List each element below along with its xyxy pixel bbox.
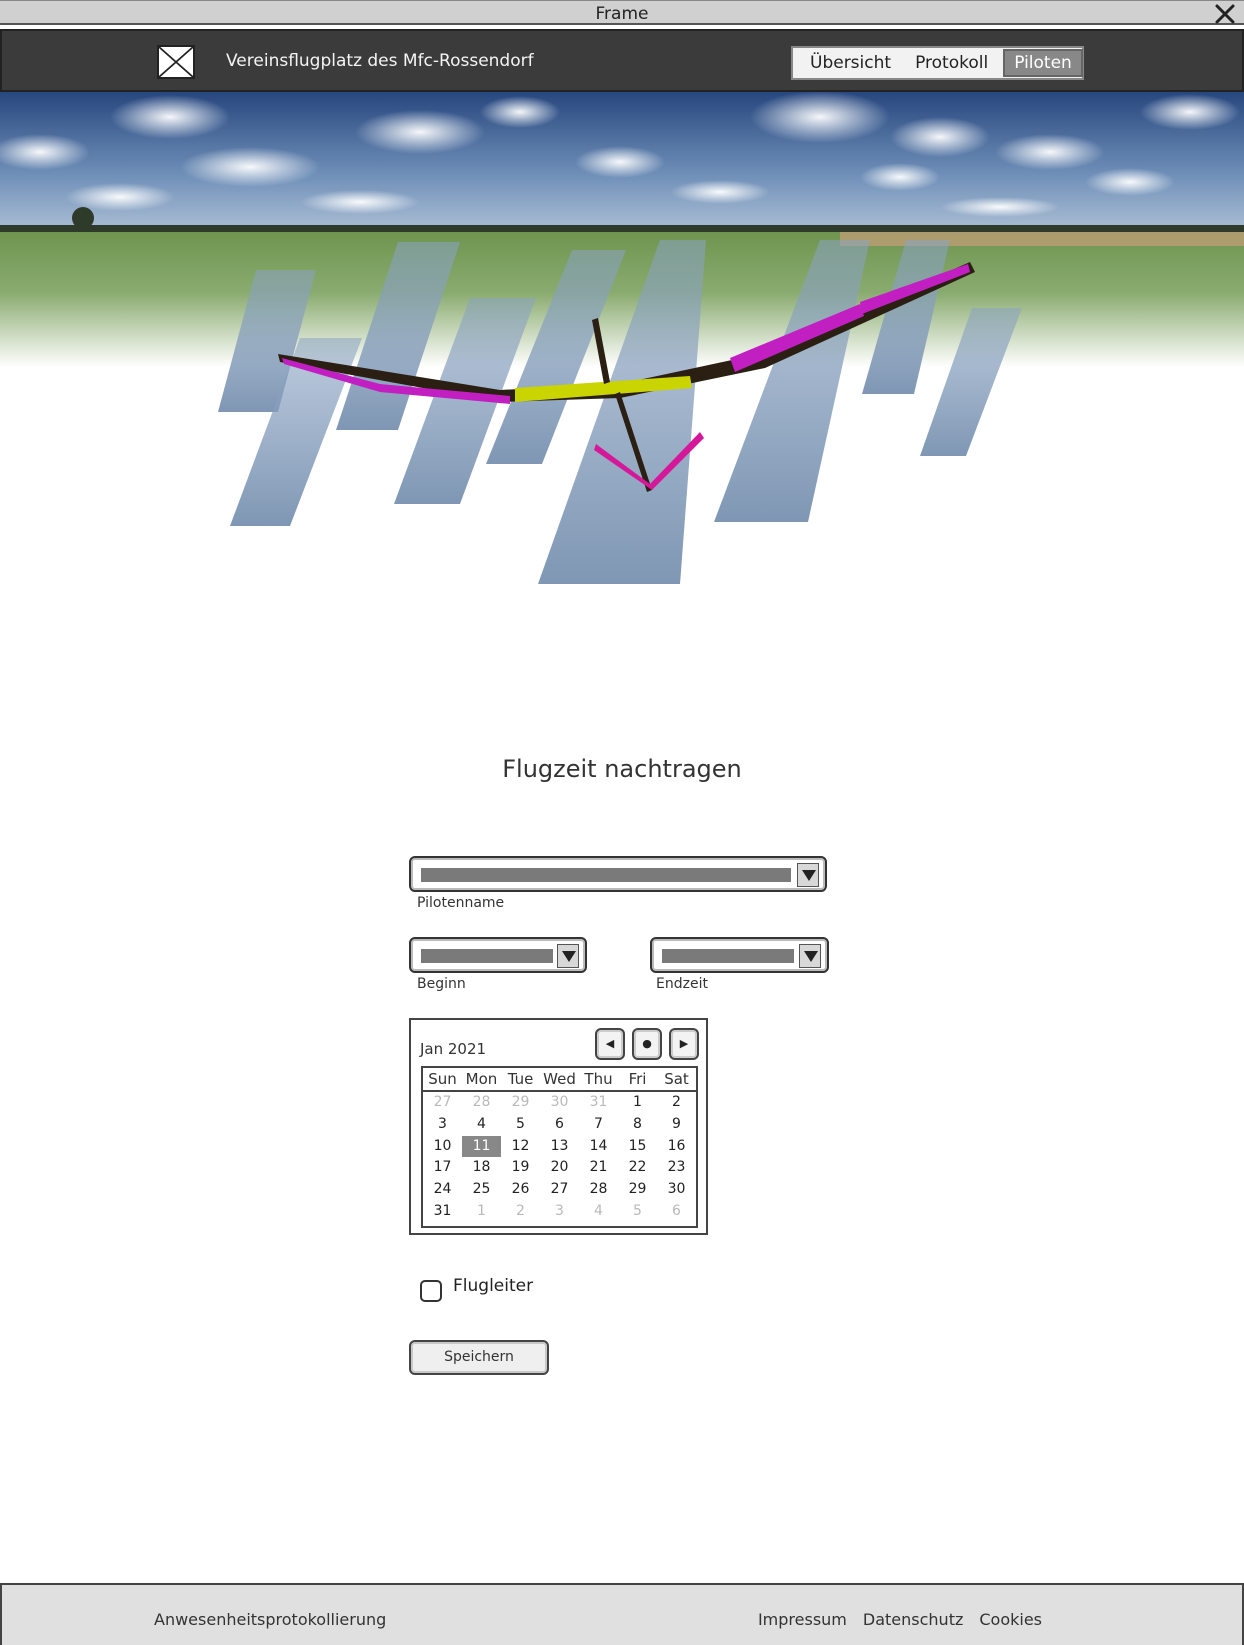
weekday-label: Wed — [543, 1070, 576, 1088]
calendar-week-row: 10 11 12 13 14 15 16 — [423, 1135, 696, 1158]
hero-image — [0, 92, 1244, 622]
weekday-label: Mon — [465, 1070, 498, 1088]
calendar-day[interactable]: 4 — [462, 1114, 501, 1136]
calendar-day[interactable]: 10 — [423, 1136, 462, 1158]
calendar-day[interactable]: 16 — [657, 1136, 696, 1158]
close-icon[interactable] — [1214, 3, 1236, 25]
window-titlebar: Frame — [0, 0, 1244, 25]
calendar-day[interactable]: 3 — [540, 1201, 579, 1223]
footer-link-cookies[interactable]: Cookies — [979, 1610, 1042, 1629]
calendar-day[interactable]: 6 — [540, 1114, 579, 1136]
calendar-day[interactable]: 27 — [423, 1092, 462, 1114]
calendar-day[interactable]: 5 — [618, 1201, 657, 1223]
calendar-day[interactable]: 20 — [540, 1157, 579, 1179]
date-picker-calendar: Jan 2021 ◀ ● ▶ Sun Mon Tue Wed Thu Fri S… — [409, 1018, 708, 1235]
end-time-select[interactable] — [650, 937, 829, 973]
calendar-day[interactable]: 31 — [423, 1201, 462, 1223]
calendar-day[interactable]: 29 — [618, 1179, 657, 1201]
calendar-day[interactable]: 19 — [501, 1157, 540, 1179]
calendar-day[interactable]: 23 — [657, 1157, 696, 1179]
calendar-day[interactable]: 31 — [579, 1092, 618, 1114]
tab-protokoll[interactable]: Protokoll — [906, 51, 997, 75]
weekday-label: Sat — [664, 1070, 689, 1088]
calendar-day[interactable]: 17 — [423, 1157, 462, 1179]
top-navbar: Vereinsflugplatz des Mfc-Rossendorf Über… — [0, 29, 1244, 92]
window-title: Frame — [595, 4, 649, 24]
chevron-down-icon[interactable] — [557, 944, 579, 968]
footer-link-datenschutz[interactable]: Datenschutz — [863, 1610, 963, 1629]
calendar-day[interactable]: 30 — [540, 1092, 579, 1114]
save-button[interactable]: Speichern — [409, 1340, 549, 1375]
calendar-day[interactable]: 4 — [579, 1201, 618, 1223]
nav-tabs: Übersicht Protokoll Piloten — [791, 46, 1084, 80]
calendar-day[interactable]: 14 — [579, 1136, 618, 1158]
calendar-day[interactable]: 13 — [540, 1136, 579, 1158]
calendar-day[interactable]: 21 — [579, 1157, 618, 1179]
calendar-day[interactable]: 22 — [618, 1157, 657, 1179]
begin-label: Beginn — [417, 976, 466, 992]
chevron-down-icon[interactable] — [799, 944, 821, 968]
tab-piloten[interactable]: Piloten — [1003, 49, 1083, 77]
footer-links: Impressum Datenschutz Cookies — [758, 1610, 1042, 1629]
calendar-week-row: 24 25 26 27 28 29 30 — [423, 1179, 696, 1201]
end-label: Endzeit — [656, 976, 708, 992]
site-name[interactable]: Vereinsflugplatz des Mfc-Rossendorf — [226, 51, 534, 71]
flugleiter-label[interactable]: Flugleiter — [453, 1276, 533, 1296]
pilot-label: Pilotenname — [417, 895, 505, 911]
calendar-day[interactable]: 8 — [618, 1114, 657, 1136]
calendar-day[interactable]: 28 — [579, 1179, 618, 1201]
calendar-day[interactable]: 15 — [618, 1136, 657, 1158]
page-footer: Anwesenheitsprotokollierung Impressum Da… — [0, 1583, 1244, 1645]
chevron-down-icon[interactable] — [797, 863, 819, 887]
footer-link-impressum[interactable]: Impressum — [758, 1610, 847, 1629]
calendar-day[interactable]: 1 — [618, 1092, 657, 1114]
calendar-day[interactable]: 28 — [462, 1092, 501, 1114]
begin-time-value — [421, 949, 553, 963]
calendar-day[interactable]: 18 — [462, 1157, 501, 1179]
footer-brand: Anwesenheitsprotokollierung — [154, 1610, 387, 1629]
calendar-day[interactable]: 6 — [657, 1201, 696, 1223]
calendar-day[interactable]: 30 — [657, 1179, 696, 1201]
calendar-day[interactable]: 7 — [579, 1114, 618, 1136]
calendar-prev-button[interactable]: ◀ — [595, 1028, 625, 1060]
page-title: Flugzeit nachtragen — [502, 755, 742, 783]
calendar-week-row: 17 18 19 20 21 22 23 — [423, 1157, 696, 1179]
weekday-label: Sun — [428, 1070, 457, 1088]
calendar-next-button[interactable]: ▶ — [669, 1028, 699, 1060]
pilot-select[interactable] — [409, 856, 827, 892]
calendar-day[interactable]: 12 — [501, 1136, 540, 1158]
calendar-grid: Sun Mon Tue Wed Thu Fri Sat 27 28 29 30 … — [421, 1066, 698, 1228]
tab-uebersicht[interactable]: Übersicht — [801, 51, 900, 75]
calendar-day[interactable]: 24 — [423, 1179, 462, 1201]
calendar-month-label: Jan 2021 — [420, 1040, 487, 1058]
app-frame: Frame Vereinsflugplatz des Mfc-Rossendor… — [0, 0, 1244, 1645]
calendar-day[interactable]: 26 — [501, 1179, 540, 1201]
calendar-day[interactable]: 25 — [462, 1179, 501, 1201]
calendar-day[interactable]: 2 — [657, 1092, 696, 1114]
calendar-week-row: 31 1 2 3 4 5 6 — [423, 1201, 696, 1223]
calendar-week-row: 3 4 5 6 7 8 9 — [423, 1114, 696, 1136]
weekday-label: Thu — [584, 1070, 613, 1088]
calendar-weekday-header: Sun Mon Tue Wed Thu Fri Sat — [423, 1068, 696, 1092]
calendar-day[interactable]: 9 — [657, 1114, 696, 1136]
weekday-label: Fri — [628, 1070, 647, 1088]
flugleiter-checkbox[interactable] — [420, 1280, 442, 1302]
calendar-day[interactable]: 1 — [462, 1201, 501, 1223]
hero-glider-illustration — [0, 92, 1244, 622]
logo-placeholder-icon[interactable] — [157, 45, 195, 79]
calendar-day[interactable]: 2 — [501, 1201, 540, 1223]
calendar-day[interactable]: 29 — [501, 1092, 540, 1114]
calendar-day-selected[interactable]: 11 — [462, 1135, 501, 1158]
calendar-day[interactable]: 27 — [540, 1179, 579, 1201]
weekday-label: Tue — [507, 1070, 534, 1088]
calendar-day[interactable]: 5 — [501, 1114, 540, 1136]
calendar-today-button[interactable]: ● — [632, 1028, 662, 1060]
calendar-day[interactable]: 3 — [423, 1114, 462, 1136]
begin-time-select[interactable] — [409, 937, 587, 973]
pilot-select-value — [421, 868, 791, 882]
calendar-week-row: 27 28 29 30 31 1 2 — [423, 1092, 696, 1114]
end-time-value — [662, 949, 794, 963]
